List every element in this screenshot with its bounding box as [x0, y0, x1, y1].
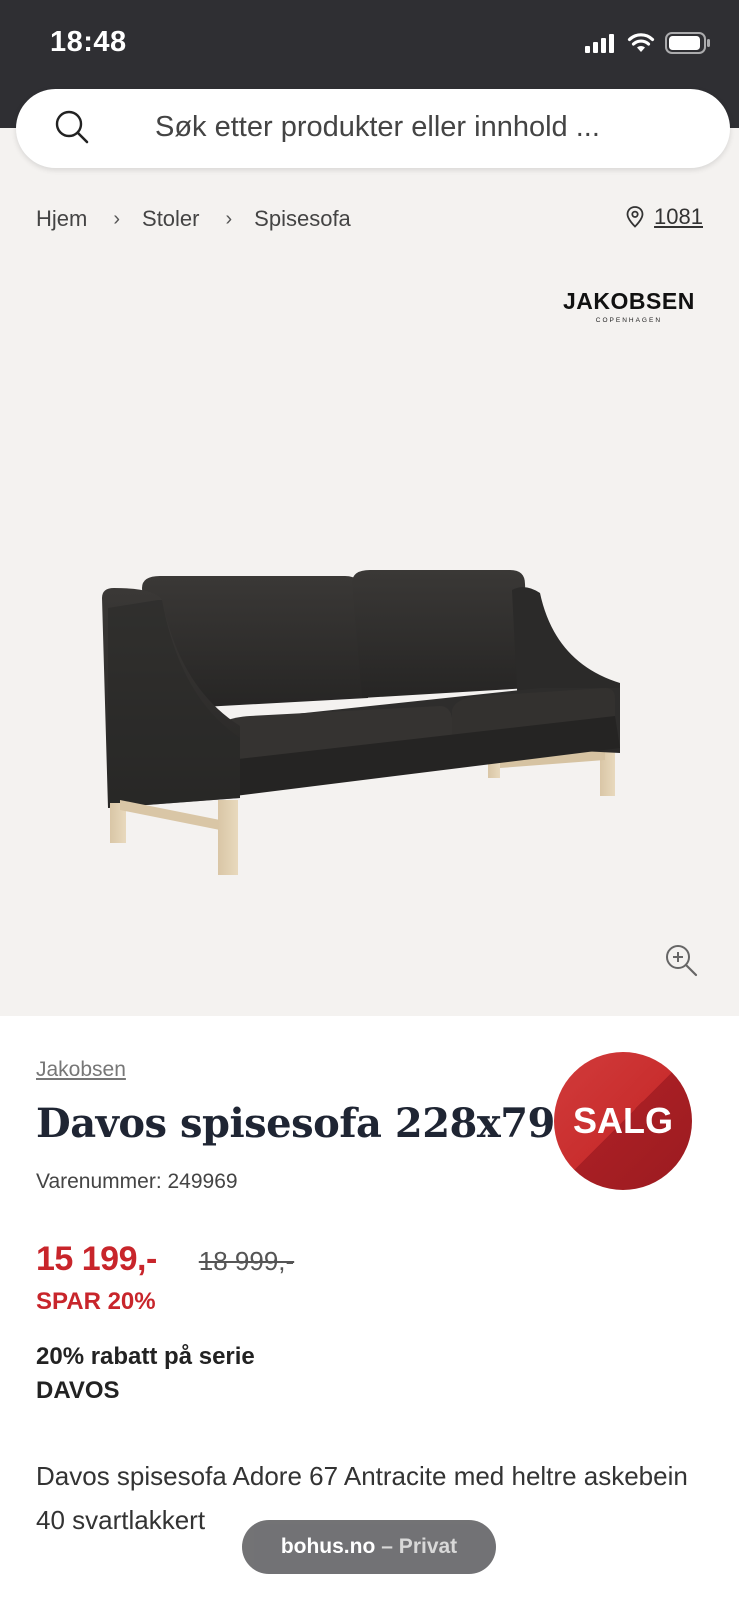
product-hero: Hjem › Stoler › Spisesofa 1081 JAKOBSEN … — [0, 128, 739, 1016]
browser-address-pill[interactable]: bohus.no – Privat — [242, 1520, 496, 1574]
sofa-product-image[interactable] — [100, 448, 640, 888]
price-row: 15 199,- 18 999,- — [36, 1240, 294, 1279]
search-icon[interactable] — [54, 109, 90, 145]
signal-icon — [585, 34, 614, 53]
status-icons — [585, 32, 711, 54]
browser-domain: bohus.no — [280, 1535, 376, 1558]
status-time: 18:48 — [50, 26, 127, 58]
price-current: 15 199,- — [36, 1240, 157, 1278]
chevron-right-icon: › — [225, 207, 233, 230]
breadcrumb-item-chairs[interactable]: Stoler — [142, 206, 199, 232]
brand-logo-tagline: COPENHAGEN — [595, 317, 663, 324]
product-title: Davos spisesofa 228x79 — [36, 1100, 555, 1147]
price-original: 18 999,- — [198, 1246, 295, 1276]
breadcrumb-item-dining-sofa[interactable]: Spisesofa — [254, 206, 351, 232]
store-code[interactable]: 1081 — [654, 204, 703, 230]
discount-label: SPAR 20% — [36, 1288, 156, 1315]
chevron-right-icon: › — [113, 207, 121, 230]
brand-logo-name: JAKOBSEN — [563, 288, 695, 314]
product-sku: Varenummer: 249969 — [36, 1170, 238, 1193]
zoom-in-icon[interactable] — [664, 943, 698, 977]
wifi-icon — [627, 33, 655, 52]
breadcrumb-item-home[interactable]: Hjem — [36, 206, 87, 232]
search-input[interactable]: Søk etter produkter eller innhold ... — [155, 111, 600, 144]
brand-link[interactable]: Jakobsen — [36, 1058, 126, 1081]
location-pin-icon — [626, 206, 644, 228]
product-info: Jakobsen Davos spisesofa 228x79 Varenumm… — [36, 1052, 716, 1535]
sale-badge: SALG — [554, 1052, 692, 1190]
battery-icon — [665, 32, 710, 54]
browser-mode: – Privat — [381, 1535, 458, 1558]
brand-logo: JAKOBSEN COPENHAGEN — [563, 288, 695, 324]
promo-text: 20% rabatt på serie DAVOS — [36, 1343, 255, 1404]
store-selector[interactable]: 1081 — [626, 204, 703, 230]
breadcrumb: Hjem › Stoler › Spisesofa — [36, 206, 351, 232]
search-bar[interactable]: Søk etter produkter eller innhold ... — [16, 89, 730, 168]
